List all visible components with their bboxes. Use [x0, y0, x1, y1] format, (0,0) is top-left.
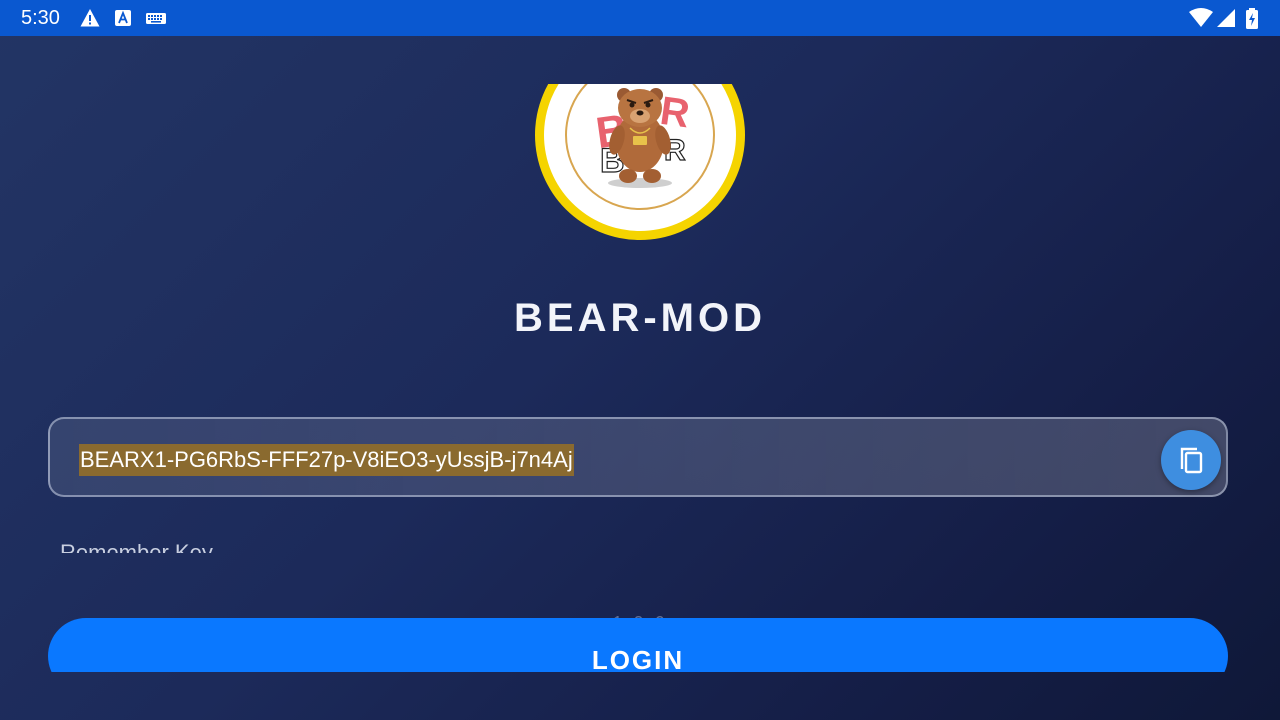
status-bar: 5:30 — [0, 0, 1280, 36]
warning-icon — [80, 8, 100, 33]
app-logo: B R B R — [535, 84, 745, 240]
a-badge-icon — [115, 8, 131, 33]
license-key-value[interactable]: BEARX1-PG6RbS-FFF27p-V8iEO3-yUssjB-j7n4A… — [79, 444, 574, 476]
login-button-label: LOGIN — [591, 645, 685, 672]
login-button[interactable]: LOGIN — [48, 618, 1228, 672]
battery-charging-icon — [1245, 8, 1259, 35]
app-title: BEAR-MOD — [514, 296, 766, 340]
status-time: 5:30 — [21, 7, 60, 29]
wifi-icon — [1189, 8, 1213, 33]
remember-key-label: Remember Key — [60, 540, 213, 553]
copy-icon — [1180, 447, 1203, 474]
cell-signal-icon — [1216, 8, 1236, 33]
login-button-container: LOGIN — [48, 618, 1228, 672]
copy-key-button[interactable] — [1161, 430, 1221, 490]
remember-key-option[interactable]: Remember Key — [60, 540, 360, 553]
keyboard-icon — [146, 8, 166, 33]
license-key-field[interactable]: BEARX1-PG6RbS-FFF27p-V8iEO3-yUssjB-j7n4A… — [48, 417, 1228, 497]
